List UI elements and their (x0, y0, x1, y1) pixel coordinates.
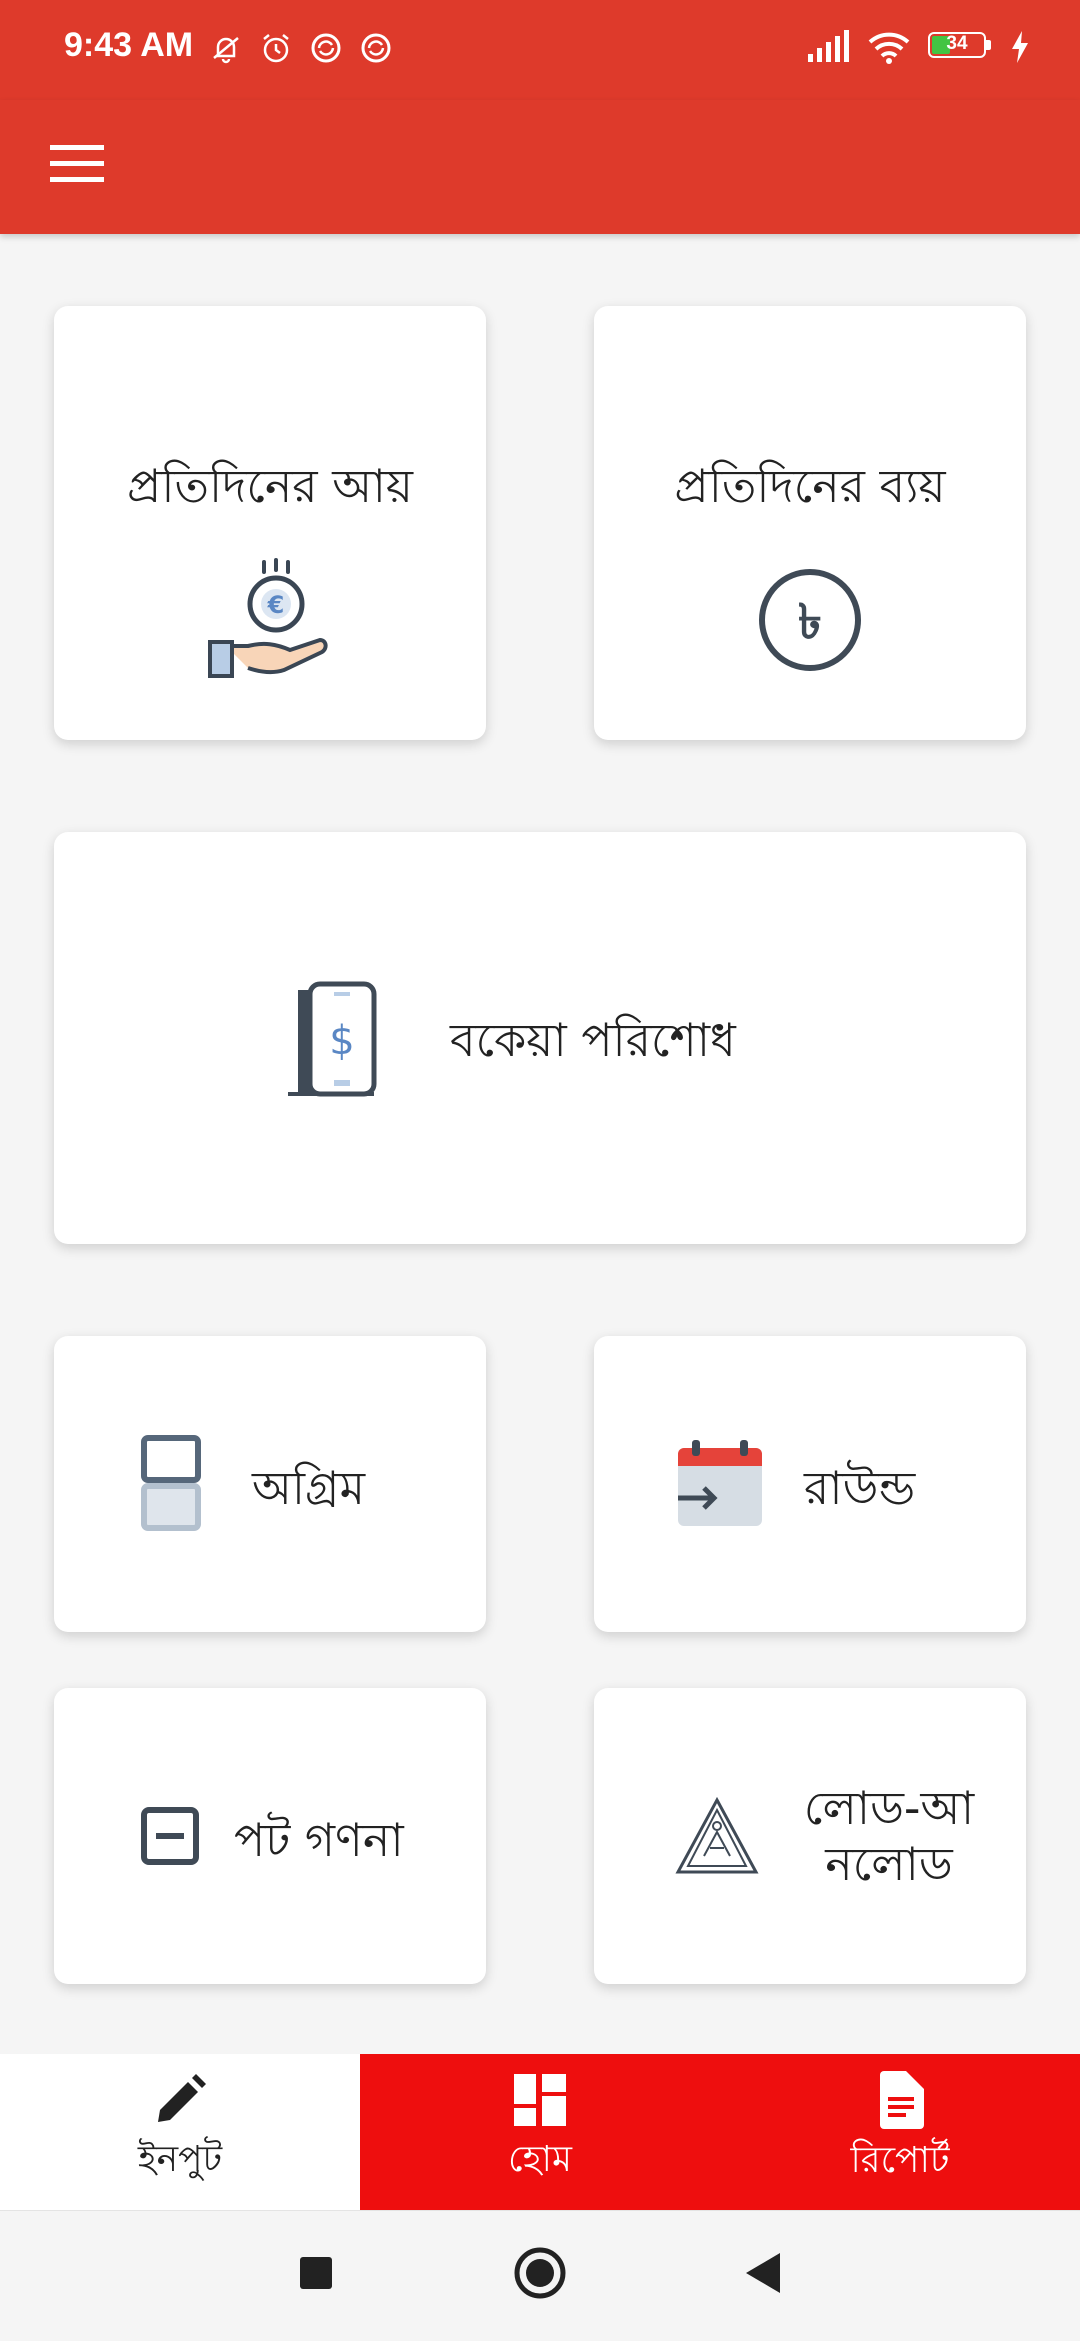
taka-coin-icon: ৳ (759, 569, 861, 671)
advance-card[interactable]: অগ্রিম (54, 1336, 486, 1632)
advance-label: অগ্রিম (252, 1461, 365, 1515)
load-unload-label: লোড-আ নলোড (784, 1780, 994, 1892)
round-card[interactable]: রাউন্ড (594, 1336, 1026, 1632)
daily-expense-card[interactable]: প্রতিদিনের ব্যয় ৳ (594, 306, 1026, 740)
daily-expense-label: প্রতিদিনের ব্যয় (674, 459, 946, 513)
svg-text:৳: ৳ (798, 594, 822, 650)
load-unload-label-line2: নলোড (825, 1837, 953, 1891)
status-bar: 9:43 AM 34 (0, 0, 1080, 100)
hamburger-menu-icon (50, 145, 104, 182)
bottom-tab-bar: ইনপুট হোম রিপোর্ট (0, 2054, 1080, 2210)
back-button[interactable] (740, 2247, 784, 2303)
calendar-arrow-icon (678, 1440, 762, 1526)
pencil-icon (158, 2074, 206, 2122)
svg-text:$: $ (329, 1018, 354, 1064)
charging-icon (1012, 31, 1028, 63)
tab-input-label: ইনপুট (137, 2139, 223, 2180)
tab-home[interactable]: হোম (360, 2054, 720, 2210)
tab-report-label: রিপোর্ট (850, 2140, 950, 2181)
pot-count-card[interactable]: পট গণনা (54, 1688, 486, 1984)
document-icon (880, 2071, 924, 2129)
battery-level: 34 (946, 33, 968, 54)
signal-icon (808, 30, 849, 62)
round-label: রাউন্ড (804, 1461, 916, 1515)
system-icons: 34 (806, 30, 1030, 64)
menu-button[interactable] (44, 130, 110, 196)
due-payment-card[interactable]: $ বকেয়া পরিশোধ (54, 832, 1026, 1244)
sync-icon (311, 33, 341, 63)
alarm-icon (263, 34, 289, 63)
battery-icon: 34 (928, 32, 992, 62)
pot-count-label: পট গণনা (234, 1813, 404, 1867)
tab-report[interactable]: রিপোর্ট (720, 2054, 1080, 2210)
tab-input[interactable]: ইনপুট (0, 2054, 360, 2210)
daily-income-card[interactable]: প্রতিদিনের আয় € (54, 306, 486, 740)
warning-sign-icon (675, 1796, 759, 1874)
daily-income-label: প্রতিদিনের আয় (127, 459, 413, 513)
dashboard-icon (514, 2074, 566, 2126)
notification-icons (208, 30, 394, 66)
hand-coin-euro-icon: € (208, 558, 328, 678)
recents-button[interactable] (298, 2247, 334, 2303)
system-nav-bar (0, 2210, 1080, 2341)
tab-home-label: হোম (508, 2139, 572, 2180)
home-button[interactable] (512, 2247, 568, 2303)
phone-dollar-icon: $ (288, 981, 377, 1097)
minus-box-icon (141, 1807, 199, 1865)
muted-bell-icon (213, 37, 239, 64)
status-time: 9:43 AM (64, 26, 194, 64)
app-bar (0, 100, 1080, 234)
wifi-icon (868, 32, 910, 64)
load-unload-card[interactable]: লোড-আ নলোড (594, 1688, 1026, 1984)
stacked-boxes-icon (141, 1435, 201, 1531)
due-payment-label: বকেয়া পরিশোধ (450, 1013, 736, 1067)
load-unload-label-line1: লোড-আ (803, 1781, 975, 1835)
sync-icon (361, 33, 391, 63)
svg-text:€: € (267, 591, 285, 619)
